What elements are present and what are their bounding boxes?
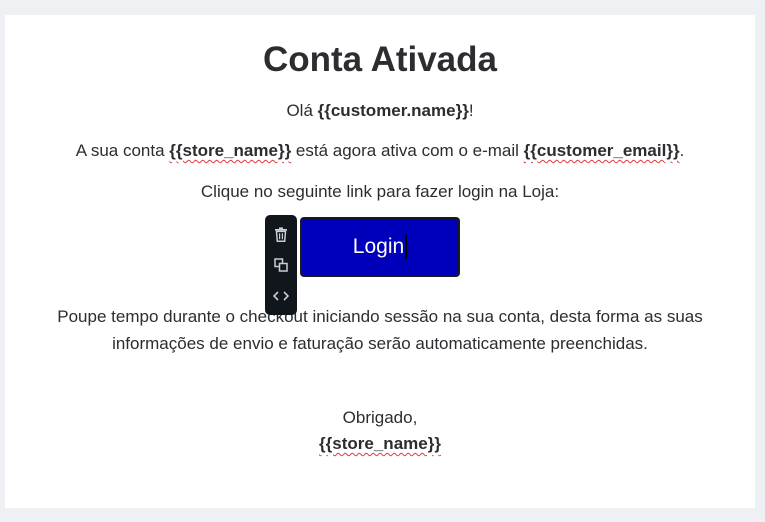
duplicate-icon: [274, 258, 288, 272]
click-link-line[interactable]: Clique no seguinte link para fazer login…: [5, 181, 755, 203]
block-toolbar: [265, 215, 297, 315]
checkout-paragraph[interactable]: Poupe tempo durante o checkout iniciando…: [5, 303, 755, 357]
activated-text-1: A sua conta: [75, 141, 170, 160]
activated-text-2: está agora ativa com o e-mail: [291, 141, 524, 160]
email-title[interactable]: Conta Ativada: [5, 39, 755, 81]
signature-store-name: {{store_name}}: [319, 434, 441, 453]
code-view-button[interactable]: [270, 285, 292, 307]
customer-name-variable: {{customer.name}}: [317, 101, 469, 120]
thanks-line[interactable]: Obrigado,: [5, 407, 755, 429]
account-activated-line[interactable]: A sua conta {{store_name}} está agora at…: [5, 140, 755, 162]
customer-email-variable: {{customer_email}}: [523, 141, 680, 160]
activated-text-3: .: [679, 141, 685, 160]
signature-line[interactable]: {{store_name}}: [5, 433, 755, 455]
email-canvas: Conta Ativada Olá {{customer.name}}! A s…: [5, 15, 755, 508]
store-name-variable: {{store_name}}: [169, 141, 292, 160]
delete-block-button[interactable]: [270, 223, 292, 245]
text-caret: [405, 235, 408, 259]
greeting-suffix: !: [468, 101, 474, 120]
trash-icon: [275, 227, 287, 242]
greeting-prefix: Olá: [286, 101, 318, 120]
login-button[interactable]: Login: [300, 217, 460, 277]
code-icon: [273, 291, 289, 301]
login-button-label: Login: [352, 235, 405, 258]
duplicate-block-button[interactable]: [270, 254, 292, 276]
greeting-line[interactable]: Olá {{customer.name}}!: [5, 100, 755, 122]
